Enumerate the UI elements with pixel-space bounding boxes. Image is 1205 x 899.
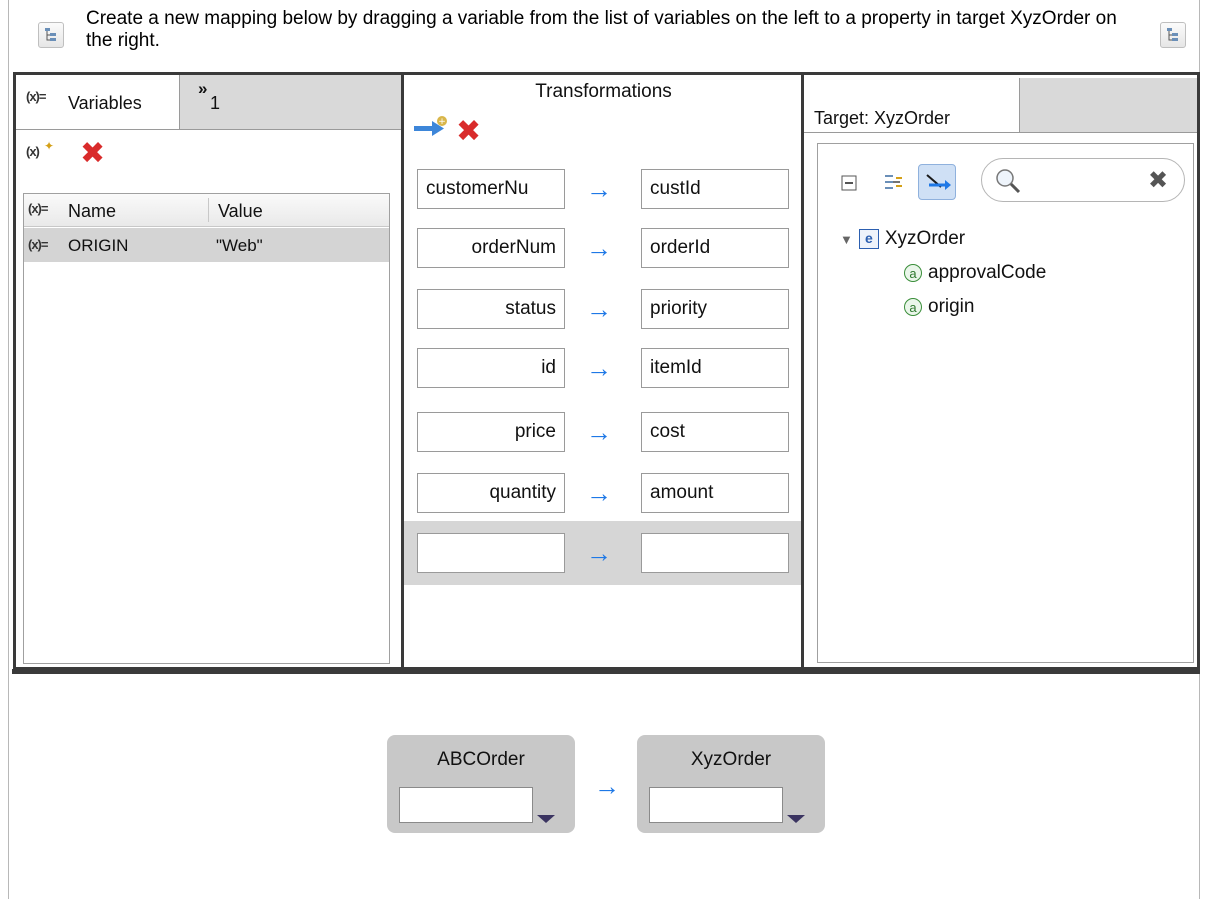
clear-search-icon[interactable]: ✖ <box>1148 166 1168 195</box>
arrow-right-icon: → <box>586 538 612 568</box>
link-toggle-button[interactable] <box>918 164 956 200</box>
target-class-label: XyzOrder <box>690 749 772 770</box>
target-tabbar: Target: XyzOrder <box>804 78 1197 133</box>
source-class-input[interactable] <box>399 787 533 823</box>
transformations-title: Transformations <box>535 81 672 102</box>
column-divider <box>208 198 209 222</box>
tree-item-label: approvalCode <box>928 262 1047 283</box>
arrow-right-icon: → <box>586 174 612 204</box>
mapping-source[interactable]: orderNum <box>417 228 565 268</box>
mapping-target[interactable]: cost <box>641 412 789 452</box>
tree-layout-right-icon[interactable] <box>1160 22 1186 48</box>
mapping-target[interactable]: custId <box>641 169 789 209</box>
add-variable-button[interactable]: (x) ✦ <box>26 139 54 165</box>
tab-target[interactable]: Target: XyzOrder <box>804 78 1020 132</box>
column-header-value[interactable]: Value <box>218 201 263 222</box>
tree-icon <box>45 28 56 41</box>
tab-variables-label: Variables <box>68 93 142 113</box>
row-value: "Web" <box>216 236 263 255</box>
mapping-target[interactable]: orderId <box>641 228 789 268</box>
mapping-target[interactable]: priority <box>641 289 789 329</box>
arrow-right-icon: → <box>586 353 612 383</box>
tab-target-label: Target: XyzOrder <box>814 108 951 128</box>
mapping-target[interactable]: itemId <box>641 348 789 388</box>
svg-text:+: + <box>438 117 446 127</box>
link-arrow-icon <box>926 174 951 190</box>
section-divider <box>12 669 1200 674</box>
tree-item-label: XyzOrder <box>884 228 966 249</box>
tree-item-attribute[interactable]: a approvalCode <box>904 262 1046 284</box>
variable-icon: (x)= <box>28 201 49 216</box>
delete-variable-button[interactable]: ✖ <box>80 139 105 169</box>
source-class-selector: ABCOrder <box>387 735 575 833</box>
mapping-source[interactable]: status <box>417 289 565 329</box>
attribute-icon: a <box>904 263 922 282</box>
variables-table: (x)= Name Value (x)= ORIGIN "Web" <box>23 193 390 664</box>
mapping-source[interactable] <box>417 533 565 573</box>
add-variable-icon: (x) <box>26 144 40 159</box>
tab-variables[interactable]: (x)= Variables <box>16 75 180 129</box>
collapse-all-icon <box>841 175 857 191</box>
filter-mapped-icon <box>885 175 902 189</box>
variable-icon: (x)= <box>26 89 47 104</box>
table-row[interactable]: (x)= ORIGIN "Web" <box>24 228 389 262</box>
search-icon <box>996 169 1021 194</box>
attribute-icon: a <box>904 297 922 316</box>
column-header-name[interactable]: Name <box>68 201 116 222</box>
collapse-all-button[interactable] <box>840 174 860 194</box>
target-pane: Target: XyzOrder ✖ ▼ e XyzOrder a approv… <box>801 72 1200 670</box>
star-icon: ✦ <box>44 139 55 153</box>
mapping-source[interactable]: customerNu <box>417 169 565 209</box>
target-class-input[interactable] <box>649 787 783 823</box>
tab-overflow[interactable]: » 1 <box>196 75 256 129</box>
arrow-right-icon: → <box>586 417 612 447</box>
filter-mapped-button[interactable] <box>882 170 906 194</box>
add-mapping-button[interactable]: + <box>414 115 450 141</box>
delete-mapping-button[interactable]: ✖ <box>456 117 481 147</box>
target-tree-panel: ✖ ▼ e XyzOrder a approvalCode a origin <box>817 143 1194 663</box>
row-name: ORIGIN <box>68 236 129 255</box>
mapping-target[interactable] <box>641 533 789 573</box>
transformations-pane: Transformations + ✖ customerNu → custId … <box>404 72 803 670</box>
tree-icon <box>1167 28 1178 41</box>
mapping-source[interactable]: price <box>417 412 565 452</box>
variables-pane: (x)= Variables » 1 (x) ✦ ✖ (x)= Name Val… <box>13 72 404 670</box>
expand-triangle-icon[interactable]: ▼ <box>840 232 853 247</box>
source-class-label: ABCOrder <box>437 749 525 770</box>
delete-icon: ✖ <box>456 115 482 148</box>
tree-item-root[interactable]: ▼ e XyzOrder <box>840 228 965 251</box>
target-class-selector: XyzOrder <box>637 735 825 833</box>
table-header: (x)= Name Value <box>24 194 389 227</box>
instruction-message: Create a new mapping below by dragging a… <box>86 8 1117 51</box>
chevron-double-right-icon: » <box>198 79 208 98</box>
tree-item-label: origin <box>928 296 975 317</box>
dropdown-triangle-icon[interactable] <box>537 815 555 823</box>
element-icon: e <box>858 228 879 249</box>
tree-search-input[interactable]: ✖ <box>981 158 1185 202</box>
variable-icon: (x)= <box>28 237 49 252</box>
mapping-source[interactable]: id <box>417 348 565 388</box>
arrow-right-icon: → <box>586 478 612 508</box>
delete-icon: ✖ <box>80 137 106 170</box>
dropdown-triangle-icon[interactable] <box>787 815 805 823</box>
mapping-target[interactable]: amount <box>641 473 789 513</box>
mapping-source[interactable]: quantity <box>417 473 565 513</box>
arrow-right-icon: → <box>586 294 612 324</box>
arrow-right-icon: → <box>586 233 612 263</box>
add-mapping-icon: + <box>414 116 447 136</box>
variables-tabbar: (x)= Variables » 1 <box>16 75 401 130</box>
tree-item-attribute[interactable]: a origin <box>904 296 974 318</box>
arrow-right-icon: → <box>594 771 620 801</box>
tree-layout-icon[interactable] <box>38 22 64 48</box>
tab-overflow-count: 1 <box>210 93 221 113</box>
